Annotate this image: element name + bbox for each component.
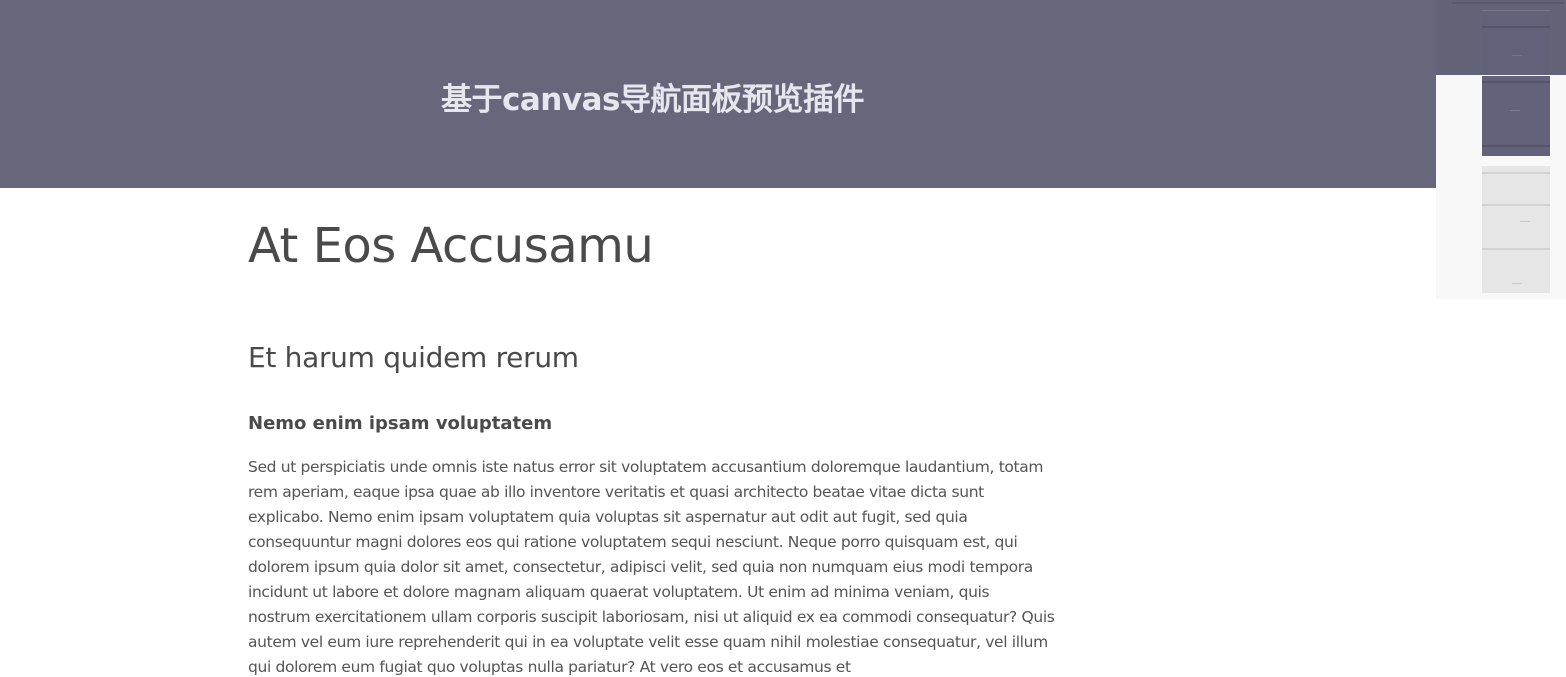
minimap-rule: [1482, 248, 1550, 250]
minimap-block: [1482, 76, 1550, 156]
minimap-rule: [1482, 172, 1550, 174]
page: 基于canvas导航面板预览插件 At Eos Accusamu Et haru…: [0, 0, 1566, 677]
minimap-viewport-indicator[interactable]: [1436, 0, 1566, 75]
minimap-dash: [1520, 221, 1530, 222]
article-paragraph: Sed ut perspiciatis unde omnis iste natu…: [248, 458, 1055, 676]
header-banner: 基于canvas导航面板预览插件: [0, 0, 1566, 188]
minimap-rule: [1482, 204, 1550, 206]
minimap-block: [1482, 166, 1550, 293]
article-heading-1: At Eos Accusamu: [248, 218, 654, 274]
minimap-rule: [1482, 81, 1550, 83]
minimap-rule: [1482, 145, 1550, 147]
minimap-dash: [1512, 283, 1522, 284]
minimap-navigation-panel[interactable]: [1436, 0, 1566, 299]
minimap-dash: [1510, 110, 1520, 111]
article-heading-2: Et harum quidem rerum: [248, 341, 579, 374]
article-heading-3: Nemo enim ipsam voluptatem: [248, 413, 553, 434]
header-title: 基于canvas导航面板预览插件: [441, 82, 864, 118]
